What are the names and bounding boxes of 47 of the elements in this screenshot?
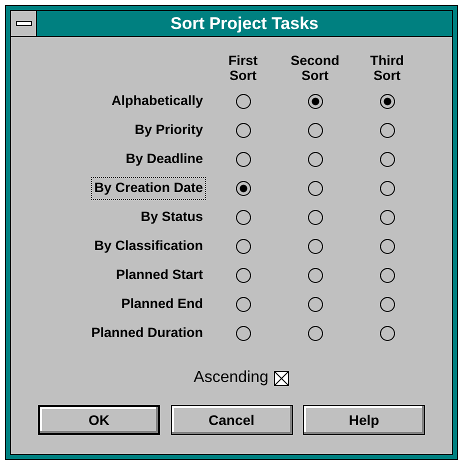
radio-button[interactable] [236, 239, 250, 254]
column-header: First Sort [227, 53, 259, 83]
sort-option-label: By Status [140, 208, 204, 226]
sort-option-label: Planned Start [114, 266, 204, 284]
ascending-checkbox[interactable] [274, 370, 290, 386]
radio-button[interactable] [308, 123, 322, 138]
radio-button[interactable] [308, 297, 322, 312]
radio-button[interactable] [380, 239, 394, 254]
radio-button[interactable] [308, 210, 322, 225]
radio-button[interactable] [308, 326, 322, 341]
radio-button[interactable] [308, 181, 322, 196]
sort-option-label: Planned End [120, 295, 204, 314]
sort-option-label: By Priority [134, 121, 204, 140]
radio-button[interactable] [380, 181, 394, 196]
column-header: Third Sort [369, 53, 405, 83]
column-header: Second Sort [290, 53, 340, 83]
dialog-button[interactable]: Help [303, 405, 425, 435]
radio-button[interactable] [380, 268, 394, 283]
radio-button[interactable] [380, 297, 394, 312]
dialog-button[interactable]: Cancel [170, 405, 292, 435]
ascending-label: Ascending [194, 368, 268, 388]
sort-option-label: Planned Duration [90, 324, 204, 342]
sort-option-label: By Deadline [124, 150, 204, 168]
menu-bar-icon [16, 21, 32, 26]
radio-button[interactable] [236, 94, 250, 109]
radio-button[interactable] [380, 123, 394, 138]
sort-option-label: By Creation Date [92, 178, 205, 199]
radio-button[interactable] [308, 268, 322, 283]
radio-button[interactable] [308, 152, 322, 167]
radio-button[interactable] [308, 94, 322, 109]
radio-button[interactable] [236, 326, 250, 341]
radio-button[interactable] [236, 123, 250, 138]
radio-button[interactable] [380, 152, 394, 167]
radio-button[interactable] [380, 326, 394, 341]
sort-option-label: By Classification [93, 237, 204, 256]
radio-button[interactable] [236, 181, 250, 196]
radio-button[interactable] [236, 152, 250, 167]
radio-button[interactable] [236, 210, 250, 225]
radio-button[interactable] [308, 239, 322, 254]
window-title: Sort Project Tasks [170, 12, 319, 35]
sort-option-label: Alphabetically [110, 92, 204, 110]
radio-button[interactable] [380, 210, 394, 225]
radio-button[interactable] [236, 268, 250, 283]
dialog-button[interactable]: OK [38, 405, 160, 435]
radio-button[interactable] [236, 297, 250, 312]
system-menu-button[interactable] [11, 11, 37, 36]
radio-button[interactable] [380, 94, 394, 109]
